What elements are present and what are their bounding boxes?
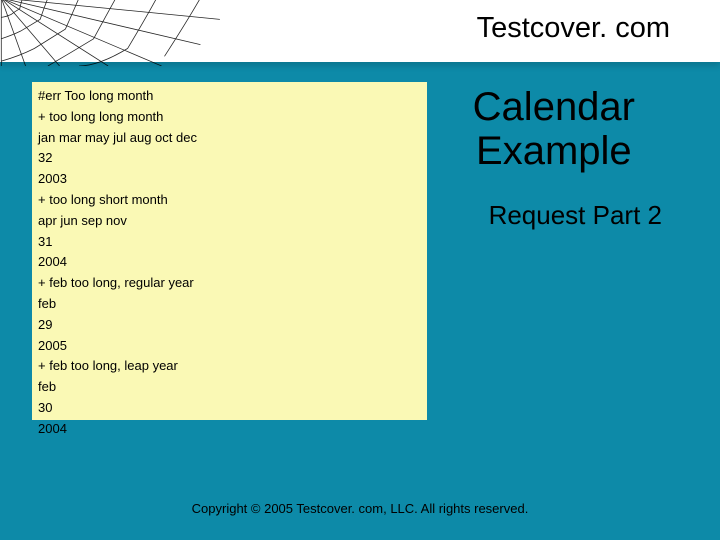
title-line-1: Calendar bbox=[473, 85, 635, 129]
code-line: 2004 bbox=[38, 419, 419, 440]
code-line: 30 bbox=[38, 398, 419, 419]
code-line: 29 bbox=[38, 315, 419, 336]
code-line: feb bbox=[38, 294, 419, 315]
code-line: + feb too long, leap year bbox=[38, 356, 419, 377]
code-line: 2005 bbox=[38, 336, 419, 357]
code-line: + too long short month bbox=[38, 190, 419, 211]
spiderweb-icon bbox=[0, 0, 228, 66]
page-title: Calendar Example bbox=[473, 85, 635, 173]
code-line: + too long long month bbox=[38, 107, 419, 128]
code-line: + feb too long, regular year bbox=[38, 273, 419, 294]
copyright-footer: Copyright © 2005 Testcover. com, LLC. Al… bbox=[0, 501, 720, 516]
brand-title: Testcover. com bbox=[477, 12, 670, 45]
code-line: 2004 bbox=[38, 252, 419, 273]
code-line: 32 bbox=[38, 148, 419, 169]
code-line: feb bbox=[38, 377, 419, 398]
code-line: #err Too long month bbox=[38, 86, 419, 107]
code-listing: #err Too long month + too long long mont… bbox=[32, 82, 427, 420]
header-bar: Testcover. com bbox=[0, 0, 720, 62]
code-line: jan mar may jul aug oct dec bbox=[38, 128, 419, 149]
code-line: 2003 bbox=[38, 169, 419, 190]
title-line-2: Example bbox=[473, 129, 635, 173]
code-line: apr jun sep nov bbox=[38, 211, 419, 232]
page-subtitle: Request Part 2 bbox=[489, 200, 662, 231]
code-line: 31 bbox=[38, 232, 419, 253]
